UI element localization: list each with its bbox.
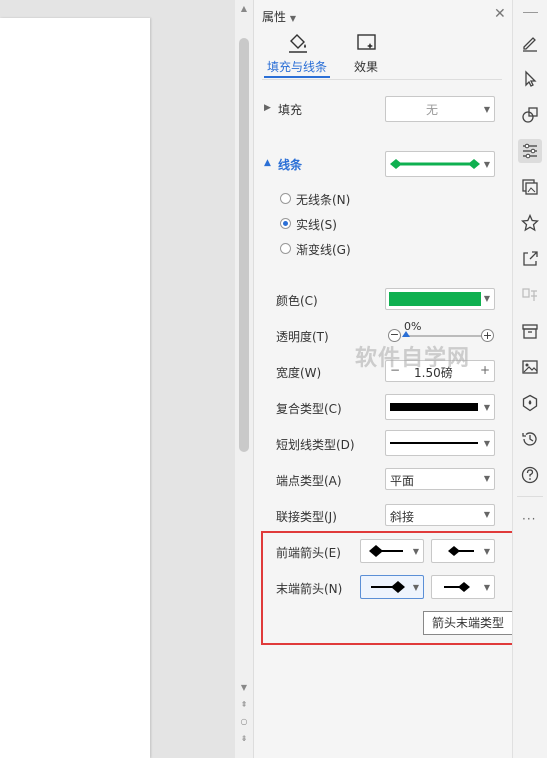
fill-select-value: 无: [426, 103, 439, 117]
chevron-down-icon: ▼: [483, 105, 490, 114]
tab-effects-label: 效果: [354, 60, 379, 74]
transparency-label: 透明度(T): [276, 330, 329, 344]
compound-type-label: 复合类型(C): [276, 402, 342, 416]
image-layers-icon[interactable]: [521, 178, 539, 196]
archive-box-icon[interactable]: [521, 322, 539, 340]
join-type-label: 联接类型(J): [276, 510, 337, 524]
share-icon[interactable]: [521, 250, 539, 268]
fill-section-label[interactable]: 填充: [278, 101, 302, 118]
chevron-down-icon: ▼: [483, 294, 490, 303]
effects-icon: [357, 34, 376, 50]
next-page-icon[interactable]: ⇟: [239, 734, 249, 744]
chevron-down-icon: ▼: [483, 474, 490, 483]
radio-no-line-label[interactable]: 无线条(N): [296, 191, 350, 208]
vertical-scrollbar[interactable]: ▲ ▼ ⇞ ○ ⇟: [235, 0, 253, 758]
chevron-down-icon: ▼: [483, 510, 490, 519]
scrollbar-thumb[interactable]: [239, 38, 249, 452]
drag-handle[interactable]: [523, 12, 538, 13]
compound-line-preview: [390, 403, 478, 411]
right-toolbar: ···: [512, 0, 547, 758]
document-canvas: [0, 0, 235, 758]
close-icon[interactable]: ✕: [494, 6, 506, 22]
dash-type-label: 短划线类型(D): [276, 438, 355, 452]
tab-effects[interactable]: 效果: [350, 32, 384, 78]
cap-type-select[interactable]: 平面 ▼: [385, 468, 495, 490]
line-preview-icon: [390, 159, 480, 169]
more-icon[interactable]: ···: [522, 512, 536, 526]
toolbar-divider: [517, 496, 543, 497]
plus-icon[interactable]: +: [480, 363, 490, 377]
star-icon[interactable]: [520, 213, 540, 232]
radio-gradient-line[interactable]: [280, 243, 291, 254]
color-swatch: [389, 292, 481, 306]
line-style-select[interactable]: ▼: [385, 151, 495, 177]
chevron-down-icon: ▼: [483, 439, 490, 448]
plus-icon[interactable]: +: [481, 329, 494, 342]
document-page[interactable]: [0, 18, 150, 758]
panel-title-text: 属性: [262, 10, 287, 24]
expand-arrow-icon[interactable]: ▶: [264, 103, 271, 113]
transparency-slider-handle[interactable]: [402, 331, 410, 337]
compound-type-select[interactable]: ▼: [385, 394, 495, 420]
tooltip: 箭头末端类型: [423, 611, 513, 635]
cap-type-value: 平面: [390, 474, 415, 488]
collapse-arrow-icon[interactable]: ▲: [264, 158, 271, 168]
color-label: 颜色(C): [276, 294, 318, 308]
scroll-up-icon[interactable]: ▲: [239, 4, 249, 14]
radio-no-line[interactable]: [280, 193, 291, 204]
scroll-down-icon[interactable]: ▼: [239, 683, 249, 693]
transparency-slider-track[interactable]: [403, 335, 485, 337]
chevron-down-icon: ▼: [289, 14, 296, 23]
history-icon[interactable]: [521, 430, 539, 448]
picture-icon[interactable]: [521, 358, 539, 376]
panel-title[interactable]: 属性 ▼: [262, 8, 296, 25]
prev-page-icon[interactable]: ⇞: [239, 700, 249, 710]
chevron-down-icon: ▼: [483, 403, 490, 412]
active-tab-indicator: [264, 76, 330, 78]
tab-fill-and-line-label: 填充与线条: [267, 60, 328, 74]
radio-solid-line[interactable]: [280, 218, 291, 229]
tab-divider: [262, 79, 502, 80]
join-type-select[interactable]: 斜接 ▼: [385, 504, 495, 526]
shapes-icon[interactable]: [521, 106, 539, 124]
radio-gradient-line-label[interactable]: 渐变线(G): [296, 241, 351, 258]
properties-sliders-icon[interactable]: [521, 142, 539, 160]
watermark-text: 软件自学网: [355, 346, 471, 371]
join-type-value: 斜接: [390, 510, 415, 524]
dash-line-preview: [390, 442, 478, 444]
fill-bucket-icon: [289, 34, 307, 53]
radio-solid-line-label[interactable]: 实线(S): [296, 216, 337, 233]
line-section-label[interactable]: 线条: [278, 156, 302, 173]
fill-select[interactable]: 无 ▼: [385, 96, 495, 122]
chevron-down-icon: ▼: [483, 160, 490, 169]
select-browse-object-icon[interactable]: ○: [239, 717, 249, 727]
cap-type-label: 端点类型(A): [276, 474, 342, 488]
tab-fill-and-line[interactable]: 填充与线条: [264, 32, 330, 78]
color-select[interactable]: ▼: [385, 288, 495, 310]
shield-flame-icon[interactable]: [521, 394, 539, 412]
pen-icon[interactable]: [521, 34, 539, 52]
translate-icon: [521, 286, 539, 304]
cursor-icon[interactable]: [521, 70, 539, 88]
width-label: 宽度(W): [276, 366, 322, 380]
help-icon[interactable]: [521, 466, 539, 484]
dash-type-select[interactable]: ▼: [385, 430, 495, 456]
